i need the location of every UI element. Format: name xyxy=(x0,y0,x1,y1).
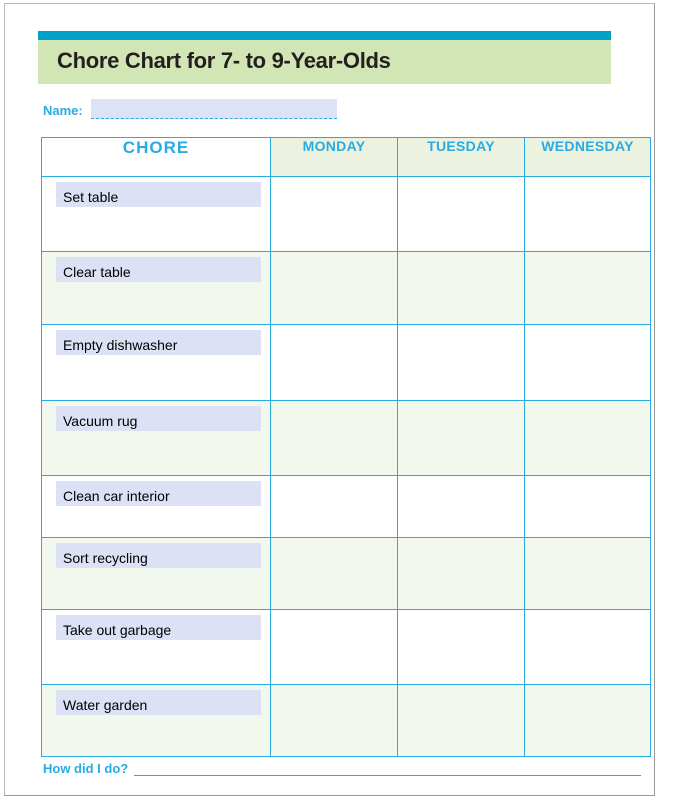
checkbox-cell-wednesday[interactable] xyxy=(524,251,651,325)
table-row: Vacuum rug xyxy=(41,400,651,476)
chore-label: Clean car interior xyxy=(63,488,170,504)
footer-row: How did I do? xyxy=(43,761,643,781)
chore-cell[interactable]: Water garden xyxy=(41,684,271,757)
checkbox-cell-tuesday[interactable] xyxy=(397,684,525,757)
chore-cell[interactable]: Clean car interior xyxy=(41,475,271,538)
checkbox-cell-tuesday[interactable] xyxy=(397,176,525,252)
checkbox-cell-wednesday[interactable] xyxy=(524,400,651,476)
title-band: Chore Chart for 7- to 9-Year-Olds xyxy=(38,40,611,84)
checkbox-cell-wednesday[interactable] xyxy=(524,684,651,757)
column-header-chore-label: CHORE xyxy=(122,138,190,157)
chore-label: Empty dishwasher xyxy=(63,337,178,353)
checkbox-cell-wednesday[interactable] xyxy=(524,609,651,685)
table-row: Clean car interior xyxy=(41,475,651,538)
chore-label: Vacuum rug xyxy=(63,413,138,429)
column-header-tuesday: TUESDAY xyxy=(397,137,525,177)
chore-input-box[interactable]: Water garden xyxy=(56,690,261,715)
how-did-i-do-input-line[interactable] xyxy=(134,775,641,776)
table-header-row: CHORE MONDAY TUESDAY WEDNESDAY xyxy=(41,137,651,177)
chore-label: Clear table xyxy=(63,264,131,280)
chore-input-box[interactable]: Take out garbage xyxy=(56,615,261,640)
top-accent-bar xyxy=(38,31,611,40)
table-row: Clear table xyxy=(41,251,651,325)
table-row: Take out garbage xyxy=(41,609,651,685)
chore-cell[interactable]: Set table xyxy=(41,176,271,252)
column-header-chore: CHORE xyxy=(41,137,271,177)
chore-label: Sort recycling xyxy=(63,550,148,566)
checkbox-cell-tuesday[interactable] xyxy=(397,400,525,476)
how-did-i-do-label: How did I do? xyxy=(43,761,129,776)
checkbox-cell-monday[interactable] xyxy=(270,400,398,476)
chore-label: Set table xyxy=(63,189,119,205)
checkbox-cell-monday[interactable] xyxy=(270,475,398,538)
checkbox-cell-tuesday[interactable] xyxy=(397,609,525,685)
document-page: Chore Chart for 7- to 9-Year-Olds Name: … xyxy=(4,3,655,796)
chore-input-box[interactable]: Empty dishwasher xyxy=(56,330,261,355)
chore-input-box[interactable]: Vacuum rug xyxy=(56,406,261,431)
checkbox-cell-wednesday[interactable] xyxy=(524,475,651,538)
chore-label: Take out garbage xyxy=(63,622,172,638)
chore-cell[interactable]: Vacuum rug xyxy=(41,400,271,476)
checkbox-cell-tuesday[interactable] xyxy=(397,251,525,325)
table-row: Set table xyxy=(41,176,651,252)
checkbox-cell-monday[interactable] xyxy=(270,684,398,757)
table-row: Water garden xyxy=(41,684,651,757)
chore-cell[interactable]: Sort recycling xyxy=(41,537,271,610)
chore-input-box[interactable]: Clear table xyxy=(56,257,261,282)
checkbox-cell-monday[interactable] xyxy=(270,537,398,610)
name-input-underline xyxy=(91,118,337,119)
column-header-wednesday: WEDNESDAY xyxy=(524,137,651,177)
checkbox-cell-monday[interactable] xyxy=(270,609,398,685)
checkbox-cell-tuesday[interactable] xyxy=(397,475,525,538)
checkbox-cell-monday[interactable] xyxy=(270,324,398,401)
page-title: Chore Chart for 7- to 9-Year-Olds xyxy=(57,48,391,73)
column-header-monday: MONDAY xyxy=(270,137,398,177)
checkbox-cell-wednesday[interactable] xyxy=(524,176,651,252)
checkbox-cell-wednesday[interactable] xyxy=(524,537,651,610)
chore-input-box[interactable]: Clean car interior xyxy=(56,481,261,506)
chore-label: Water garden xyxy=(63,697,148,713)
chore-input-box[interactable]: Sort recycling xyxy=(56,543,261,568)
chore-cell[interactable]: Clear table xyxy=(41,251,271,325)
table-body: Set table Clear table Empty dishwasher V… xyxy=(41,176,651,757)
checkbox-cell-tuesday[interactable] xyxy=(397,324,525,401)
chore-input-box[interactable]: Set table xyxy=(56,182,261,207)
checkbox-cell-tuesday[interactable] xyxy=(397,537,525,610)
name-input[interactable] xyxy=(91,99,337,119)
chore-table: CHORE MONDAY TUESDAY WEDNESDAY Set table xyxy=(41,137,651,757)
checkbox-cell-monday[interactable] xyxy=(270,251,398,325)
chore-cell[interactable]: Empty dishwasher xyxy=(41,324,271,401)
name-label: Name: xyxy=(43,103,83,118)
table-row: Empty dishwasher xyxy=(41,324,651,401)
checkbox-cell-monday[interactable] xyxy=(270,176,398,252)
chore-cell[interactable]: Take out garbage xyxy=(41,609,271,685)
checkbox-cell-wednesday[interactable] xyxy=(524,324,651,401)
table-row: Sort recycling xyxy=(41,537,651,610)
